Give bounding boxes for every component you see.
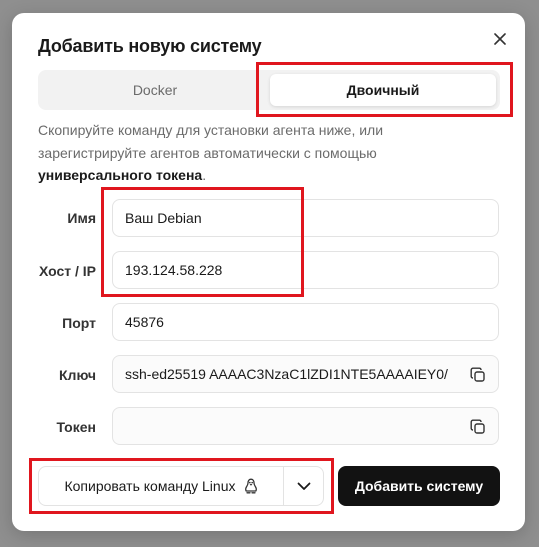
name-label: Имя: [67, 210, 96, 226]
copy-command-split-button: Копировать команду Linux: [38, 466, 324, 506]
instructions-text: Скопируйте команду для установки агента …: [38, 119, 438, 187]
host-field-wrapper: [112, 251, 499, 289]
host-input[interactable]: [113, 252, 498, 288]
port-input[interactable]: [113, 304, 498, 340]
copy-icon[interactable]: [470, 419, 486, 435]
install-method-tabs: Docker Двоичный: [38, 70, 500, 110]
key-label: Ключ: [59, 367, 96, 383]
token-input[interactable]: [113, 408, 498, 444]
port-label: Порт: [62, 315, 96, 331]
copy-linux-command-button[interactable]: Копировать команду Linux: [39, 467, 283, 505]
close-button[interactable]: [490, 29, 510, 49]
key-input[interactable]: [113, 356, 498, 392]
name-input[interactable]: [113, 200, 498, 236]
chevron-down-icon: [297, 482, 310, 490]
universal-token-link[interactable]: универсального токена: [38, 167, 202, 183]
tab-docker[interactable]: Docker: [42, 74, 268, 106]
dialog-title: Добавить новую систему: [38, 36, 262, 56]
port-field-wrapper: [112, 303, 499, 341]
token-label: Токен: [56, 419, 96, 435]
token-field-wrapper: [112, 407, 499, 445]
add-system-button[interactable]: Добавить систему: [338, 466, 500, 506]
copy-command-label: Копировать команду Linux: [64, 478, 236, 494]
key-field-wrapper: [112, 355, 499, 393]
copy-icon[interactable]: [470, 367, 486, 383]
close-icon[interactable]: [494, 33, 506, 45]
host-label: Хост / IP: [38, 263, 96, 279]
instructions-end: .: [202, 167, 207, 183]
name-field-wrapper: [112, 199, 499, 237]
linux-tux-icon: [244, 478, 257, 494]
instructions-body: Скопируйте команду для установки агента …: [38, 122, 384, 161]
command-options-dropdown[interactable]: [284, 467, 323, 505]
tab-binary[interactable]: Двоичный: [270, 74, 496, 106]
